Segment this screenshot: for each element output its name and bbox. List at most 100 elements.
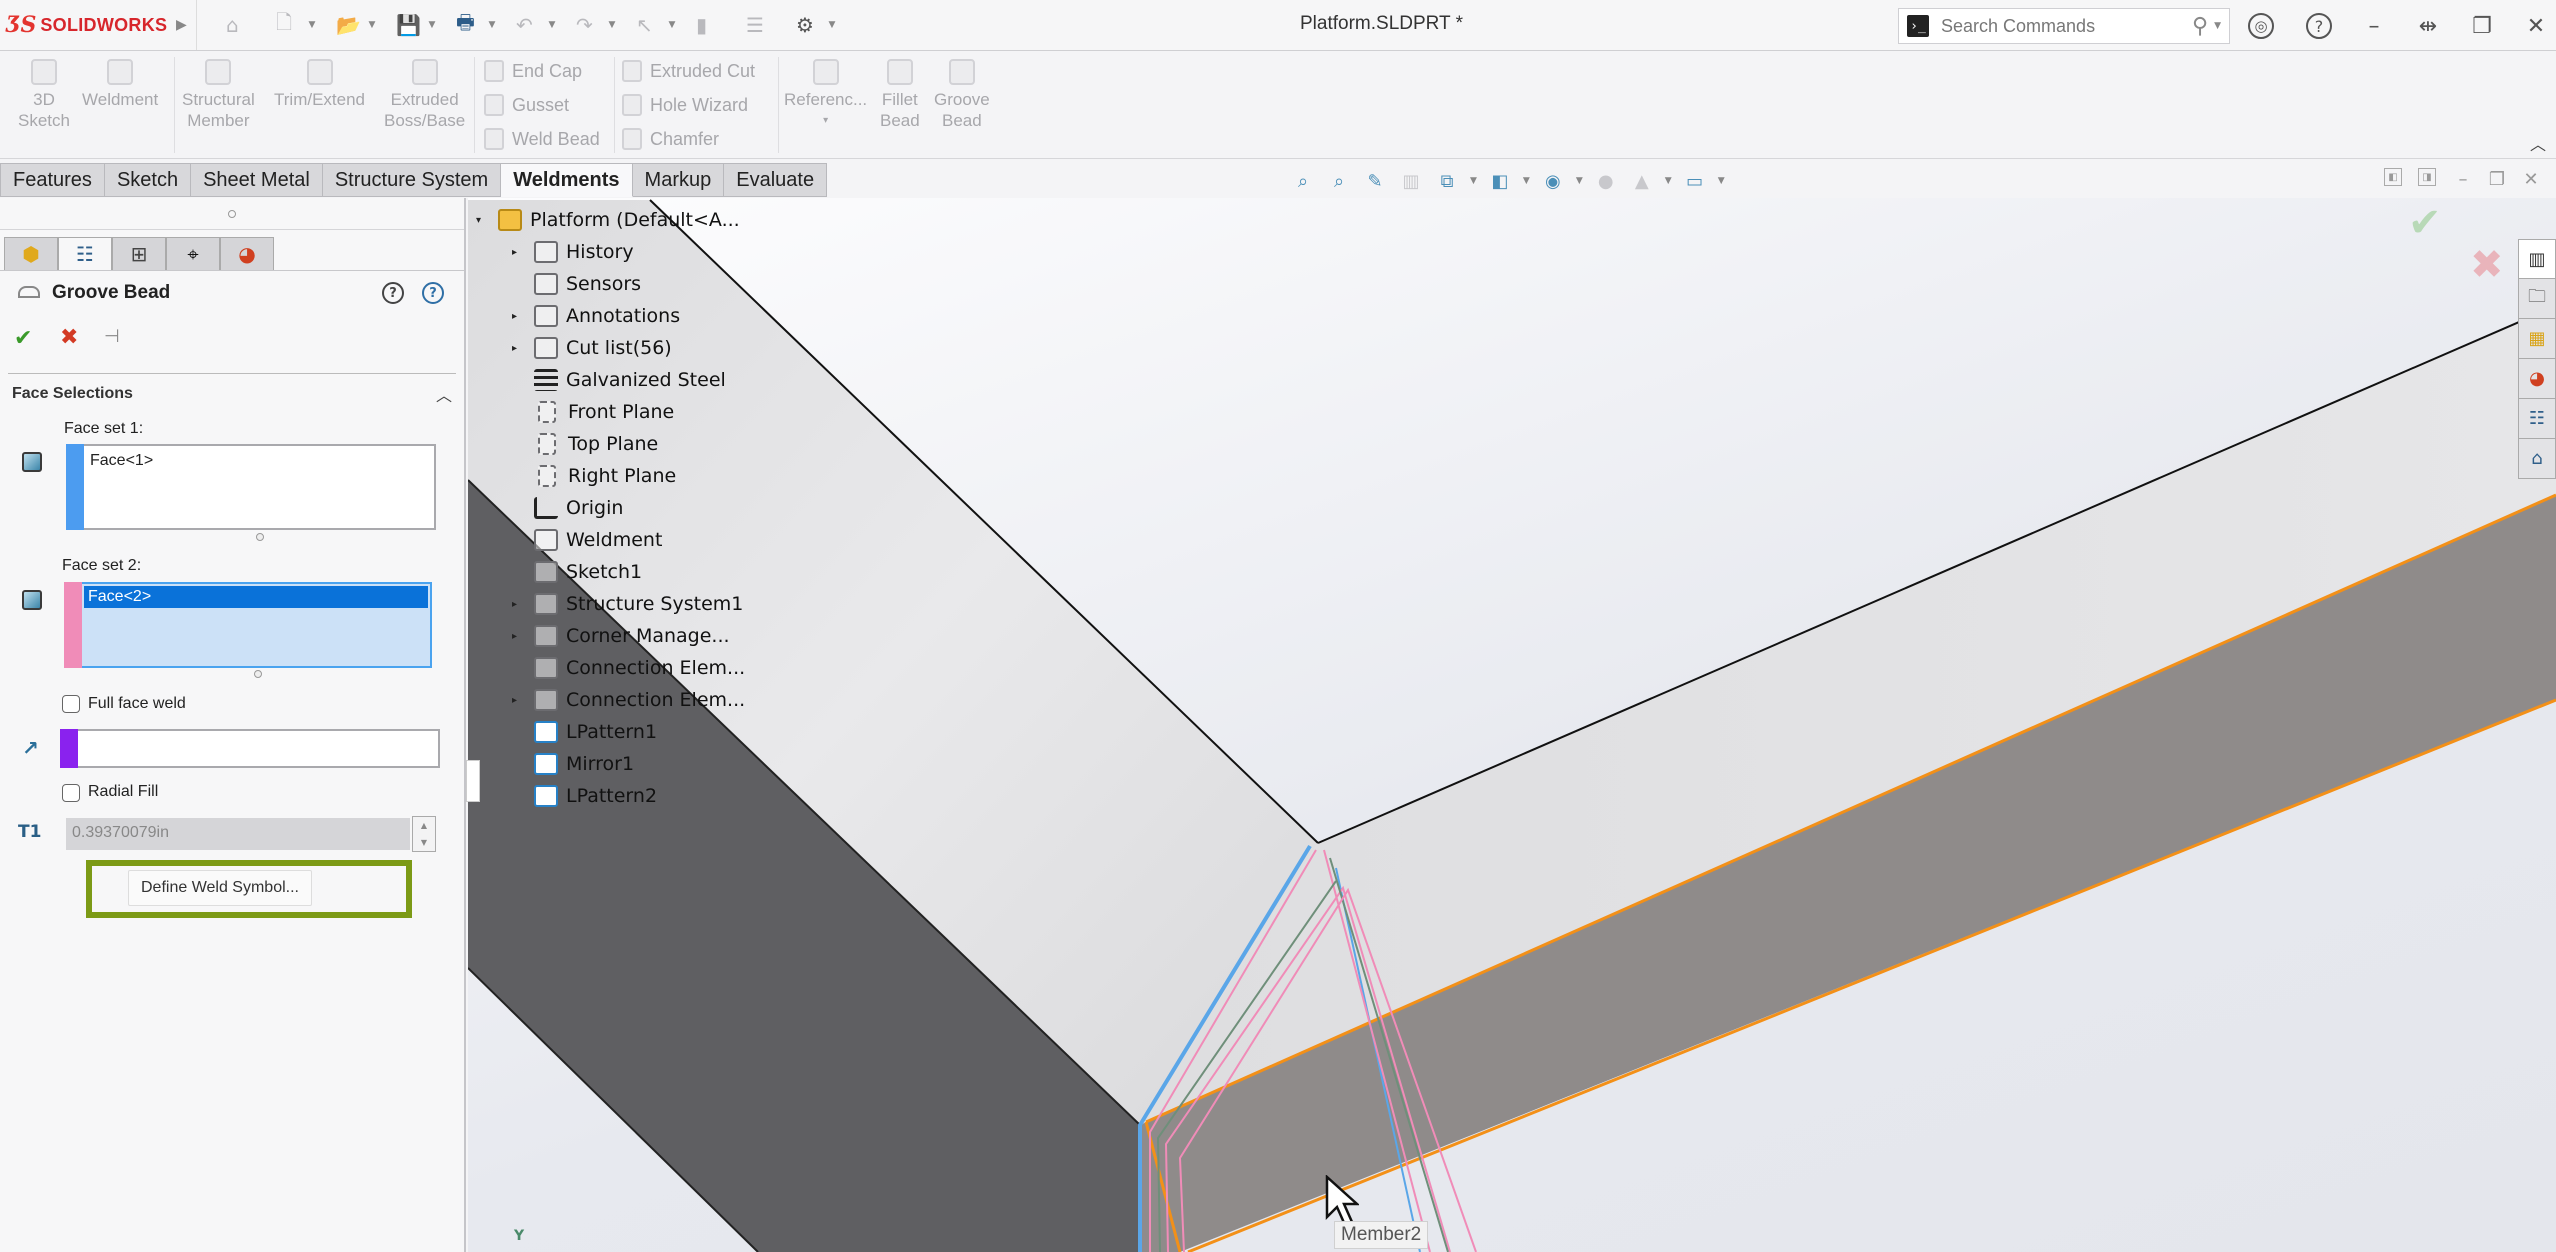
tile-windows-button[interactable]: ⇹ <box>2412 10 2444 42</box>
dropdown-arrow-icon[interactable]: ▾ <box>823 110 828 131</box>
home-icon[interactable]: ⌂ <box>226 12 239 38</box>
appearances-icon[interactable]: ◕ <box>2518 359 2556 399</box>
thickness-spinner[interactable]: ▲ ▼ <box>412 816 436 852</box>
resize-grip-icon[interactable] <box>254 670 262 678</box>
select-icon[interactable]: ↖ <box>636 12 653 38</box>
dropdown-arrow-icon[interactable]: ▼ <box>426 12 438 38</box>
define-weld-symbol-button[interactable]: Define Weld Symbol... <box>128 870 312 906</box>
zoom-to-fit-icon[interactable]: ⌕ <box>1290 168 1316 194</box>
menu-expand-arrow-icon[interactable]: ▶ <box>176 12 187 38</box>
viewport-restore-button[interactable]: ❐ <box>2486 168 2508 190</box>
tab-features[interactable]: Features <box>0 163 105 197</box>
face-set-2-item[interactable]: Face<2> <box>84 586 428 608</box>
dropdown-arrow-icon[interactable]: ▼ <box>1576 176 1583 186</box>
tree-item[interactable]: Front Plane <box>534 398 674 426</box>
undo-icon[interactable]: ↶ <box>516 12 533 38</box>
open-icon[interactable]: 📂 <box>336 12 361 38</box>
confirmation-corner-ok-icon[interactable]: ✔ <box>2408 200 2442 246</box>
weld-bead-button[interactable]: Weld Bead <box>484 128 600 150</box>
ribbon-collapse-icon[interactable]: ︿ <box>2530 131 2546 155</box>
3d-sketch-button[interactable]: 3D Sketch <box>18 59 70 131</box>
end-cap-button[interactable]: End Cap <box>484 60 582 82</box>
solidworks-resources-icon[interactable]: ▥ <box>2518 239 2556 279</box>
new-document-icon[interactable]: 🗋 <box>276 10 292 38</box>
tree-item[interactable]: Galvanized Steel <box>534 366 726 394</box>
extruded-cut-button[interactable]: Extruded Cut <box>622 60 755 82</box>
extruded-boss-base-button[interactable]: Extruded Boss/Base <box>384 59 465 131</box>
dropdown-arrow-icon[interactable]: ▼ <box>1470 176 1477 186</box>
search-dropdown-icon[interactable]: ▼ <box>2214 21 2221 31</box>
display-style-icon[interactable]: ◧ <box>1487 168 1513 194</box>
ok-button[interactable]: ✔ <box>14 326 32 351</box>
dropdown-arrow-icon[interactable]: ▼ <box>1718 176 1725 186</box>
expand-arrow-icon[interactable]: ▸ <box>512 247 517 258</box>
dropdown-arrow-icon[interactable]: ▼ <box>1523 176 1530 186</box>
tree-item[interactable]: Sensors <box>534 270 641 298</box>
view-orientation-icon[interactable]: ⧉ <box>1434 168 1460 194</box>
next-viewport-icon[interactable]: ◨ <box>2418 168 2436 186</box>
tree-item[interactable]: ▸ Cut list(56) <box>512 334 672 362</box>
help-icon[interactable]: ? <box>2306 13 2332 39</box>
design-library-icon[interactable]: 🗀 <box>2518 279 2556 319</box>
cancel-button[interactable]: ✖ <box>60 325 78 350</box>
solidworks-logo[interactable]: ƷS SOLIDWORKS <box>6 12 167 38</box>
face-set-2-selection-box[interactable]: Face<2> <box>64 582 432 668</box>
edit-appearance-icon[interactable]: ● <box>1593 168 1619 194</box>
hole-wizard-button[interactable]: Hole Wizard <box>622 94 748 116</box>
dimxpert-manager-tab[interactable]: ⌖ <box>166 237 220 271</box>
view-settings-icon[interactable]: ▭ <box>1682 168 1708 194</box>
help-icon[interactable]: ? <box>422 282 444 304</box>
confirmation-corner-cancel-icon[interactable]: ✖ <box>2470 242 2504 288</box>
dropdown-arrow-icon[interactable]: ▼ <box>606 12 618 38</box>
fillet-bead-button[interactable]: Fillet Bead <box>880 59 920 131</box>
dropdown-arrow-icon[interactable]: ▼ <box>666 12 678 38</box>
groove-bead-button[interactable]: Groove Bead <box>934 59 990 131</box>
tab-sketch[interactable]: Sketch <box>104 163 192 197</box>
tree-item[interactable]: ▸ Corner Manage... <box>512 622 730 650</box>
panel-splitter[interactable] <box>0 198 464 230</box>
pin-button[interactable]: ⊣ <box>104 326 120 347</box>
rebuild-icon[interactable]: ▮ <box>696 12 707 38</box>
panel-resize-handle[interactable] <box>466 760 480 802</box>
gusset-button[interactable]: Gusset <box>484 94 569 116</box>
direction-selection-field[interactable] <box>60 729 440 768</box>
expand-arrow-icon[interactable]: ▸ <box>512 631 517 642</box>
feature-manager-tab[interactable]: ⬢ <box>4 237 58 271</box>
redo-icon[interactable]: ↷ <box>576 12 593 38</box>
zoom-to-area-icon[interactable]: ⌕ <box>1326 168 1352 194</box>
search-icon[interactable]: ⚲ <box>2192 14 2208 39</box>
print-icon[interactable]: 🖶 <box>456 10 475 38</box>
tree-item[interactable]: ▸ Structure System1 <box>512 590 743 618</box>
previous-viewport-icon[interactable]: ◧ <box>2384 168 2402 186</box>
graphics-area[interactable] <box>468 198 2556 1252</box>
dropdown-arrow-icon[interactable]: ▼ <box>306 12 318 38</box>
dropdown-arrow-icon[interactable]: ▼ <box>546 12 558 38</box>
tab-markup[interactable]: Markup <box>632 163 725 197</box>
search-commands-box[interactable]: ›_ Search Commands ⚲ ▼ <box>1898 8 2230 44</box>
hide-show-items-icon[interactable]: ◉ <box>1540 168 1566 194</box>
tree-item[interactable]: ▸ Annotations <box>512 302 680 330</box>
file-properties-icon[interactable]: ☰ <box>746 12 764 38</box>
expand-arrow-icon[interactable]: ▸ <box>512 599 517 610</box>
tree-item[interactable]: Weldment <box>534 526 662 554</box>
tab-structure-system[interactable]: Structure System <box>322 163 502 197</box>
face-set-1-item[interactable]: Face<1> <box>90 452 153 470</box>
minimize-button[interactable]: – <box>2358 10 2390 42</box>
dropdown-arrow-icon[interactable]: ▼ <box>486 12 498 38</box>
tree-item[interactable]: ▾ Platform (Default<A... <box>476 206 740 234</box>
property-manager-tab[interactable]: ☷ <box>58 237 112 271</box>
home-icon[interactable]: ⌂ <box>2518 439 2556 479</box>
whats-new-icon[interactable]: ? <box>382 282 404 304</box>
custom-properties-icon[interactable]: ☷ <box>2518 399 2556 439</box>
display-manager-tab[interactable]: ◕ <box>220 237 274 271</box>
face-selections-header[interactable]: Face Selections <box>12 385 133 403</box>
viewport-close-button[interactable]: ✕ <box>2520 168 2542 190</box>
dropdown-arrow-icon[interactable]: ▼ <box>826 12 838 38</box>
expand-arrow-icon[interactable]: ▸ <box>512 311 517 322</box>
search-commands-input[interactable]: Search Commands <box>1941 16 2192 37</box>
spin-up-icon[interactable]: ▲ <box>421 821 427 830</box>
apply-scene-icon[interactable]: ▲ <box>1629 168 1655 194</box>
tree-item[interactable]: Connection Elem... <box>534 654 745 682</box>
viewport-minimize-button[interactable]: – <box>2452 168 2474 190</box>
restore-button[interactable]: ❐ <box>2466 10 2498 42</box>
